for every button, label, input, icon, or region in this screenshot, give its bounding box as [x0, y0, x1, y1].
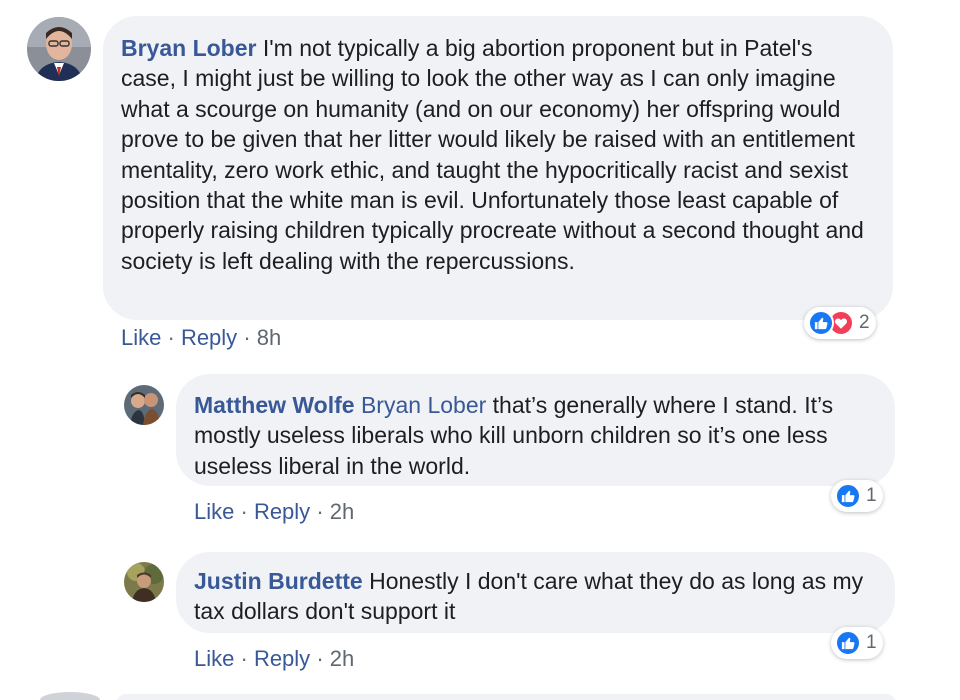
comment-actions: Like · Reply · 2h: [194, 646, 354, 672]
reaction-count: 1: [866, 632, 877, 653]
comment-bubble: [116, 694, 896, 700]
reply-button[interactable]: Reply: [254, 499, 310, 524]
comment-bubble: Bryan Lober I'm not typically a big abor…: [103, 16, 893, 320]
comment-bubble: Matthew Wolfe Bryan Lober that’s general…: [176, 374, 895, 486]
profile-photo-icon: [124, 562, 164, 602]
separator: ·: [167, 325, 175, 350]
profile-photo-icon: [27, 17, 91, 81]
like-icon: [835, 630, 861, 656]
separator: ·: [316, 499, 324, 524]
comment-actions: Like · Reply · 8h: [121, 325, 281, 351]
timestamp[interactable]: 2h: [330, 646, 354, 671]
reaction-count: 2: [859, 312, 870, 333]
comment-thread: Bryan Lober I'm not typically a big abor…: [0, 0, 960, 700]
like-button[interactable]: Like: [194, 499, 234, 524]
comment-text: I'm not typically a big abortion propone…: [121, 35, 864, 274]
reply-button[interactable]: Reply: [254, 646, 310, 671]
separator: ·: [243, 325, 251, 350]
avatar[interactable]: [27, 17, 91, 81]
like-icon: [835, 483, 861, 509]
avatar[interactable]: [40, 692, 100, 700]
mention-link[interactable]: Bryan Lober: [361, 392, 486, 418]
avatar[interactable]: [124, 562, 164, 602]
like-icon: [808, 310, 834, 336]
timestamp[interactable]: 2h: [330, 499, 354, 524]
profile-photo-icon: [124, 385, 164, 425]
comment-bubble: Justin Burdette Honestly I don't care wh…: [176, 552, 895, 633]
comment-author[interactable]: Bryan Lober: [121, 35, 256, 61]
separator: ·: [240, 499, 248, 524]
like-button[interactable]: Like: [121, 325, 161, 350]
reply-button[interactable]: Reply: [181, 325, 237, 350]
separator: ·: [316, 646, 324, 671]
avatar[interactable]: [124, 385, 164, 425]
comment-actions: Like · Reply · 2h: [194, 499, 354, 525]
reaction-count: 1: [866, 485, 877, 506]
reactions-badge[interactable]: 1: [831, 480, 883, 512]
like-button[interactable]: Like: [194, 646, 234, 671]
comment-author[interactable]: Justin Burdette: [194, 568, 363, 594]
reactions-badge[interactable]: 1: [831, 627, 883, 659]
timestamp[interactable]: 8h: [257, 325, 281, 350]
reactions-badge[interactable]: 2: [804, 307, 876, 339]
separator: ·: [240, 646, 248, 671]
comment-author[interactable]: Matthew Wolfe: [194, 392, 355, 418]
